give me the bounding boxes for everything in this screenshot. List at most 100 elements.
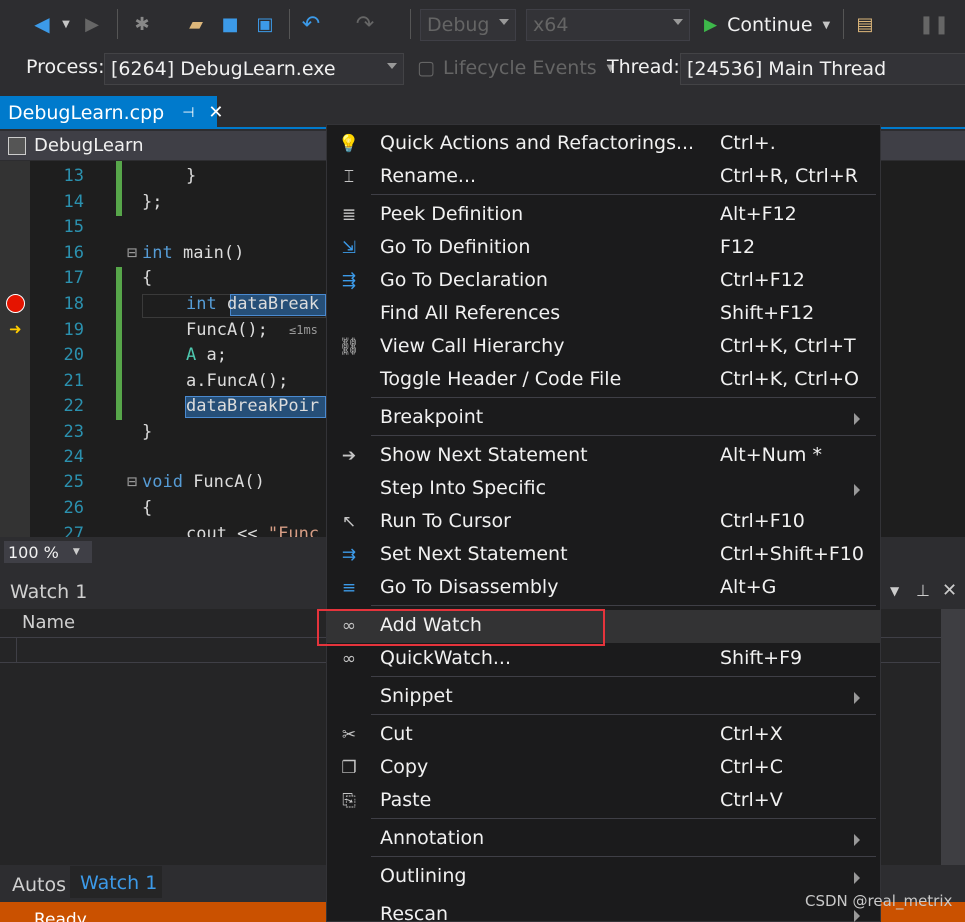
- back-icon[interactable]: ◀: [30, 10, 54, 38]
- menu-item-label: Quick Actions and Refactorings...: [380, 132, 695, 154]
- menu-item-go-to-declaration[interactable]: ⇶ Go To Declaration Ctrl+F12: [327, 265, 880, 298]
- menu-item-label: Show Next Statement: [380, 444, 588, 466]
- menu-item-run-to-cursor[interactable]: ↖ Run To Cursor Ctrl+F10: [327, 506, 880, 539]
- pause-icon[interactable]: ❚❚: [919, 10, 949, 38]
- menu-item-step-into-specific[interactable]: Step Into Specific: [327, 473, 880, 506]
- lifecycle-label: Lifecycle Events: [442, 57, 597, 79]
- paste-icon: ⎘: [342, 791, 356, 811]
- submenu-arrow-icon: [854, 484, 860, 496]
- attach-icon[interactable]: ▤: [852, 10, 878, 38]
- chevron-down-icon: ▼: [822, 19, 831, 31]
- menu-item-go-to-definition[interactable]: ⇲ Go To Definition F12: [327, 232, 880, 265]
- menu-item-paste[interactable]: ⎘ Paste Ctrl+V: [327, 785, 880, 818]
- menu-item-label: Copy: [380, 756, 429, 778]
- menu-item-outlining[interactable]: Outlining: [327, 861, 880, 894]
- rename-icon: ⌶: [343, 167, 355, 187]
- line-number: 13: [63, 166, 84, 186]
- line-number: 21: [63, 371, 84, 391]
- menu-item-find-all-references[interactable]: Find All References Shift+F12: [327, 298, 880, 331]
- solution-config-dropdown[interactable]: Debug: [420, 9, 516, 41]
- open-folder-icon[interactable]: ▰: [184, 10, 208, 38]
- collapse-icon[interactable]: ⊟: [127, 472, 137, 492]
- menu-item-label: Outlining: [380, 865, 467, 887]
- menu-item-quick-actions-and-refactorings[interactable]: 💡 Quick Actions and Refactorings... Ctrl+.: [327, 128, 880, 161]
- breakpoint-gutter[interactable]: [0, 161, 30, 537]
- menu-item-set-next-statement[interactable]: ⇉ Set Next Statement Ctrl+Shift+F10: [327, 539, 880, 572]
- scope-dropdown[interactable]: DebugLearn: [34, 135, 144, 156]
- menu-item-annotation[interactable]: Annotation: [327, 823, 880, 856]
- lightbulb-icon: 💡: [338, 134, 360, 154]
- line-number: 23: [63, 422, 84, 442]
- menu-item-shortcut: Ctrl+F12: [720, 269, 805, 291]
- go-to-definition-icon: ⇲: [341, 238, 357, 258]
- vertical-scrollbar[interactable]: [941, 609, 965, 865]
- line-number: 16: [63, 243, 84, 263]
- forward-icon[interactable]: ▶: [80, 10, 104, 38]
- lifecycle-icon: ▢: [417, 57, 435, 79]
- code-text: FuncA(): [182, 472, 265, 492]
- breakpoint-icon[interactable]: [6, 294, 25, 313]
- menu-item-quickwatch[interactable]: ∞ QuickWatch... Shift+F9: [327, 643, 880, 676]
- tab-autos[interactable]: Autos: [12, 874, 66, 896]
- chevron-down-icon[interactable]: ▼: [890, 584, 899, 598]
- perf-tip[interactable]: ≤1ms: [289, 323, 318, 337]
- menu-item-label: Paste: [380, 789, 432, 811]
- thread-dropdown[interactable]: [24536] Main Thread: [680, 53, 965, 85]
- menu-item-view-call-hierarchy[interactable]: ⛓ View Call Hierarchy Ctrl+K, Ctrl+T: [327, 331, 880, 364]
- code-text: FuncA();: [186, 320, 268, 340]
- menu-item-shortcut: Alt+G: [720, 576, 777, 598]
- continue-button[interactable]: ▶ Continue ▼: [704, 10, 830, 40]
- tab-watch-1[interactable]: Watch 1: [70, 866, 162, 898]
- menu-item-label: Step Into Specific: [380, 477, 547, 499]
- menu-item-snippet[interactable]: Snippet: [327, 681, 880, 714]
- solution-config-value: Debug: [427, 14, 490, 36]
- line-number: 24: [63, 447, 84, 467]
- thread-label: Thread:: [607, 56, 680, 78]
- menu-item-breakpoint[interactable]: Breakpoint: [327, 402, 880, 435]
- menu-item-label: QuickWatch...: [380, 647, 511, 669]
- redo-icon[interactable]: ↷: [352, 10, 378, 38]
- menu-item-copy[interactable]: ❐ Copy Ctrl+C: [327, 752, 880, 785]
- menu-item-label: Go To Declaration: [380, 269, 548, 291]
- submenu-arrow-icon: [854, 692, 860, 704]
- close-icon[interactable]: ✕: [942, 580, 957, 601]
- menu-item-peek-definition[interactable]: ≣ Peek Definition Alt+F12: [327, 199, 880, 232]
- tab-label: DebugLearn.cpp: [8, 101, 165, 124]
- process-dropdown[interactable]: [6264] DebugLearn.exe: [104, 53, 404, 85]
- chevron-down-icon: ▼: [72, 547, 80, 557]
- menu-item-shortcut: Ctrl+.: [720, 132, 776, 154]
- tab-watch-1-label: Watch 1: [80, 872, 158, 894]
- tab-debuglearn-cpp[interactable]: DebugLearn.cpp ⊣ ✕: [0, 96, 224, 129]
- platform-value: x64: [533, 14, 569, 36]
- menu-item-shortcut: Ctrl+V: [720, 789, 783, 811]
- undo-icon[interactable]: ↶: [298, 10, 324, 38]
- menu-item-rescan[interactable]: Rescan: [327, 899, 880, 922]
- platform-dropdown[interactable]: x64: [526, 9, 690, 41]
- save-icon[interactable]: ■: [218, 10, 242, 38]
- zoom-dropdown[interactable]: 100 % ▼: [4, 541, 92, 563]
- pin-icon[interactable]: ⊣: [182, 105, 194, 121]
- process-label: Process:: [26, 56, 105, 78]
- menu-item-shortcut: Ctrl+C: [720, 756, 783, 778]
- menu-item-show-next-statement[interactable]: ➔ Show Next Statement Alt+Num *: [327, 440, 880, 473]
- menu-item-toggle-header-code-file[interactable]: Toggle Header / Code File Ctrl+K, Ctrl+O: [327, 364, 880, 397]
- collapse-icon[interactable]: ⊟: [127, 243, 137, 263]
- string-literal: "Func: [267, 524, 320, 537]
- pin-icon[interactable]: ⊥: [916, 581, 930, 600]
- menu-item-label: Snippet: [380, 685, 453, 707]
- menu-item-go-to-disassembly[interactable]: ≡ Go To Disassembly Alt+G: [327, 572, 880, 605]
- menu-item-rename[interactable]: ⌶ Rename... Ctrl+R, Ctrl+R: [327, 161, 880, 194]
- menu-item-shortcut: Ctrl+F10: [720, 510, 805, 532]
- code-text: a.FuncA();: [186, 371, 289, 391]
- close-icon[interactable]: ✕: [208, 102, 223, 123]
- menu-item-cut[interactable]: ✂ Cut Ctrl+X: [327, 719, 880, 752]
- copy-icon: ❐: [341, 758, 357, 778]
- save-all-icon[interactable]: ▣: [252, 10, 278, 38]
- call-hierarchy-icon: ⛓: [338, 337, 360, 357]
- code-text: }: [142, 422, 153, 442]
- column-name[interactable]: Name: [22, 612, 75, 633]
- chevron-down-icon[interactable]: ▼: [58, 10, 74, 38]
- lifecycle-events-button[interactable]: ▢ Lifecycle Events ▼: [417, 57, 614, 79]
- new-project-icon[interactable]: ✱: [128, 10, 156, 38]
- highlight-annotation: [317, 609, 605, 646]
